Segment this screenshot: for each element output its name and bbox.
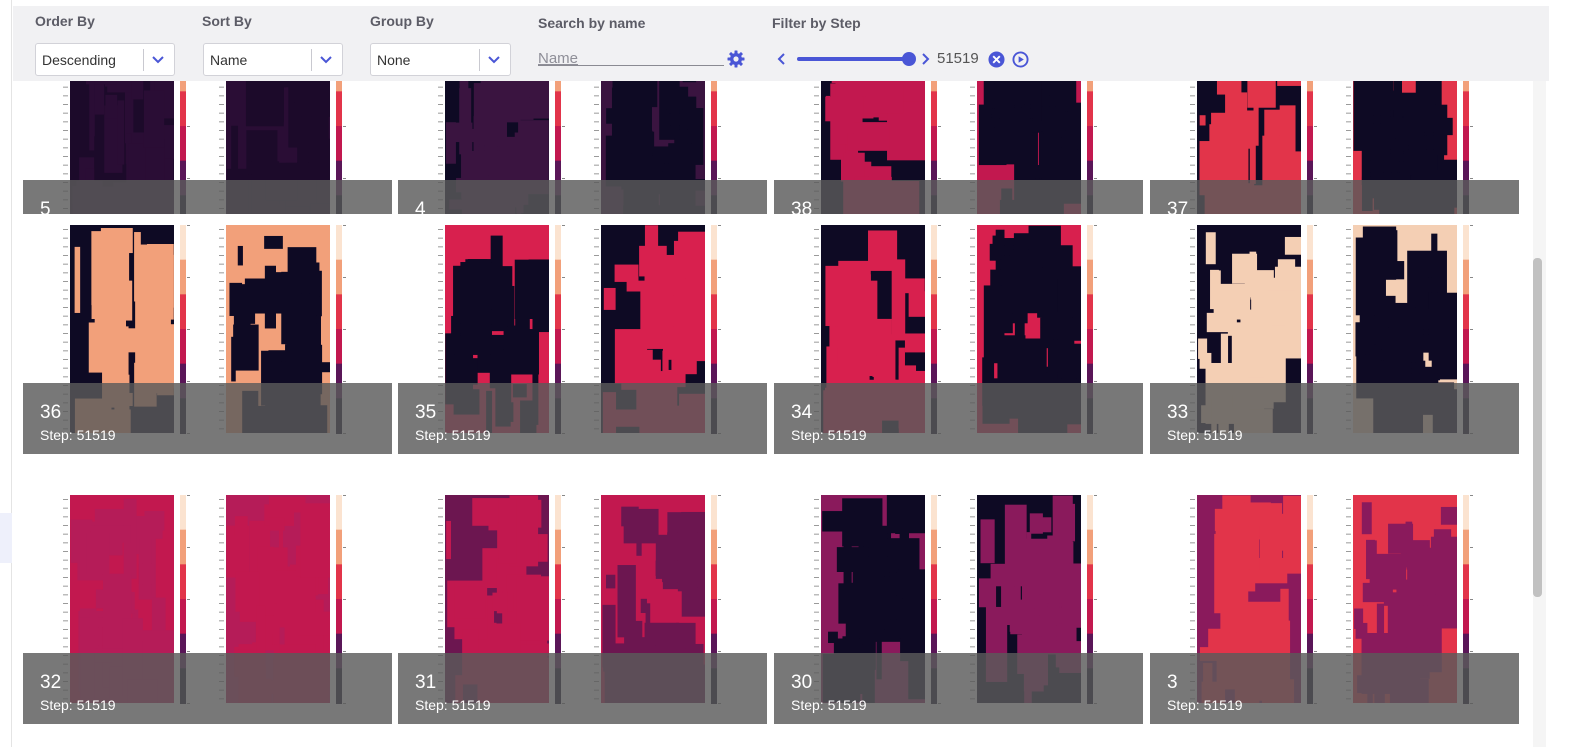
card-title: 31 (415, 672, 437, 693)
card-title: 30 (791, 672, 813, 693)
card-step: Step: 51519 (1167, 697, 1243, 713)
card-title: 35 (415, 402, 437, 423)
filter-step-label: Filter by Step (772, 15, 861, 31)
step-value: 51519 (937, 50, 979, 67)
step-slider-thumb[interactable] (902, 52, 916, 66)
card-overlay (1150, 653, 1519, 724)
chevron-left-icon[interactable] (774, 50, 790, 68)
image-grid: 5Step: 515194Step: 5151938Step: 5151937S… (13, 81, 1533, 747)
card-title: 33 (1167, 402, 1189, 423)
card-step: Step: 51519 (415, 697, 491, 713)
card-step: Step: 51519 (791, 697, 867, 713)
chevron-down-icon (488, 56, 500, 64)
page: Order By Descending Sort By Name Group B… (0, 0, 1582, 747)
card-overlay (774, 653, 1143, 724)
card-overlay (23, 653, 392, 724)
order-by-label: Order By (35, 13, 95, 29)
card-title: 32 (40, 672, 62, 693)
card-overlay (774, 383, 1143, 454)
order-by-value: Descending (42, 52, 116, 68)
chevron-down-icon (320, 56, 332, 64)
chevron-right-icon[interactable] (918, 50, 932, 68)
card-title: 3 (1167, 672, 1178, 693)
group-by-select[interactable]: None (370, 43, 511, 76)
card-title: 36 (40, 402, 62, 423)
play-circle-icon[interactable] (1012, 51, 1029, 68)
step-slider-track[interactable] (797, 57, 911, 61)
chevron-down-icon (152, 56, 164, 64)
card-step: Step: 51519 (40, 427, 116, 443)
card-overlay (23, 383, 392, 454)
sort-by-label: Sort By (202, 13, 252, 29)
card-step: Step: 51519 (1167, 427, 1243, 443)
image-card[interactable]: 33 Step: 51519 (1150, 214, 1519, 454)
image-card[interactable]: 30 Step: 51519 (774, 484, 1143, 724)
image-card[interactable]: 36 Step: 51519 (23, 214, 392, 454)
scrollbar-thumb[interactable] (1533, 258, 1542, 597)
left-nav-edge (0, 0, 12, 747)
close-circle-icon[interactable] (988, 51, 1005, 68)
card-step: Step: 51519 (415, 427, 491, 443)
card-step: Step: 51519 (40, 697, 116, 713)
select-divider (479, 49, 480, 71)
select-divider (143, 49, 144, 71)
card-step: Step: 51519 (791, 427, 867, 443)
card-overlay (398, 653, 767, 724)
sort-by-select[interactable]: Name (203, 43, 343, 76)
left-nav-selected[interactable] (0, 513, 12, 563)
sort-by-value: Name (210, 52, 248, 68)
order-by-select[interactable]: Descending (35, 43, 175, 76)
image-card[interactable]: 32 Step: 51519 (23, 484, 392, 724)
card-title: 34 (791, 402, 813, 423)
search-label: Search by name (538, 15, 646, 31)
search-underline (538, 65, 724, 66)
card-overlay (398, 383, 767, 454)
select-divider (311, 49, 312, 71)
card-overlay (1150, 383, 1519, 454)
toolbar: Order By Descending Sort By Name Group B… (13, 0, 1549, 81)
group-by-value: None (377, 52, 411, 68)
gear-icon[interactable] (726, 49, 746, 69)
group-by-label: Group By (370, 13, 434, 29)
image-card[interactable]: 3 Step: 51519 (1150, 484, 1519, 724)
image-card[interactable]: 35 Step: 51519 (398, 214, 767, 454)
image-card[interactable]: 34 Step: 51519 (774, 214, 1143, 454)
image-card[interactable]: 31 Step: 51519 (398, 484, 767, 724)
